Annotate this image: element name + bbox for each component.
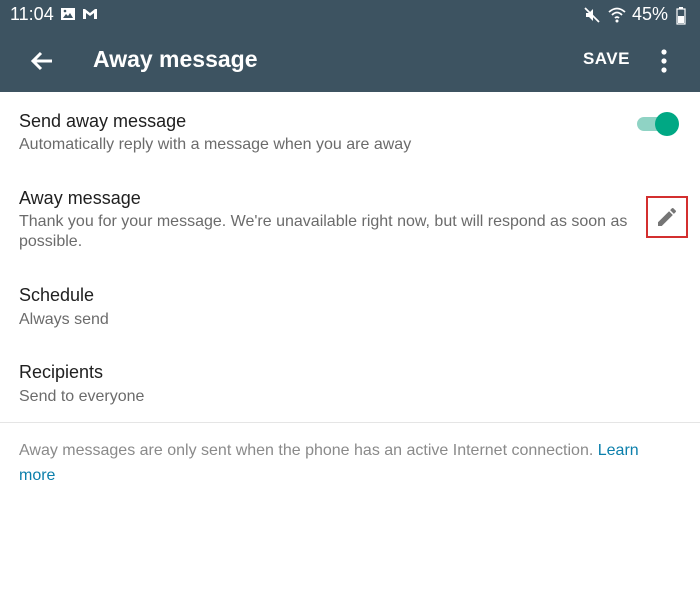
gmail-icon [82,6,98,22]
footer-note: Away messages are only sent when the pho… [19,438,679,488]
more-vert-icon [661,49,667,73]
battery-percent: 45% [631,4,668,24]
divider [0,422,700,423]
page-title: Away message [93,46,258,72]
status-bar: 11:04 45% [0,0,700,30]
schedule-title: Schedule [19,285,95,305]
toggle-thumb [655,112,679,136]
back-button[interactable] [26,46,58,76]
status-time: 11:04 [10,4,54,24]
recipients-title: Recipients [19,362,104,382]
image-icon [60,6,76,22]
schedule-subtitle: Always send [19,311,109,328]
wifi-icon [608,7,626,23]
pencil-icon [658,207,677,226]
away-message-title: Away message [19,188,141,208]
send-away-subtitle: Automatically reply with a message when … [19,136,412,153]
mute-icon [584,6,600,23]
save-button[interactable]: SAVE [583,49,630,69]
edit-away-message-button[interactable] [646,196,688,238]
status-right: 45% [584,4,692,25]
overflow-menu-button[interactable] [654,47,674,75]
battery-icon [676,6,692,25]
send-away-title: Send away message [19,111,187,131]
away-message-setting[interactable]: Away message Thank you for your message.… [0,176,700,266]
recipients-subtitle: Send to everyone [19,388,145,405]
send-away-toggle[interactable] [637,111,679,137]
send-away-setting[interactable]: Send away message Automatically reply wi… [0,92,700,166]
footer-note-text: Away messages are only sent when the pho… [19,442,594,459]
status-left-icons [60,6,98,22]
app-bar: Away message SAVE [0,30,700,92]
away-message-text: Thank you for your message. We're unavai… [19,213,628,250]
back-arrow-icon [30,51,52,71]
schedule-setting[interactable]: Schedule Always send [0,272,700,342]
recipients-setting[interactable]: Recipients Send to everyone [0,350,700,420]
